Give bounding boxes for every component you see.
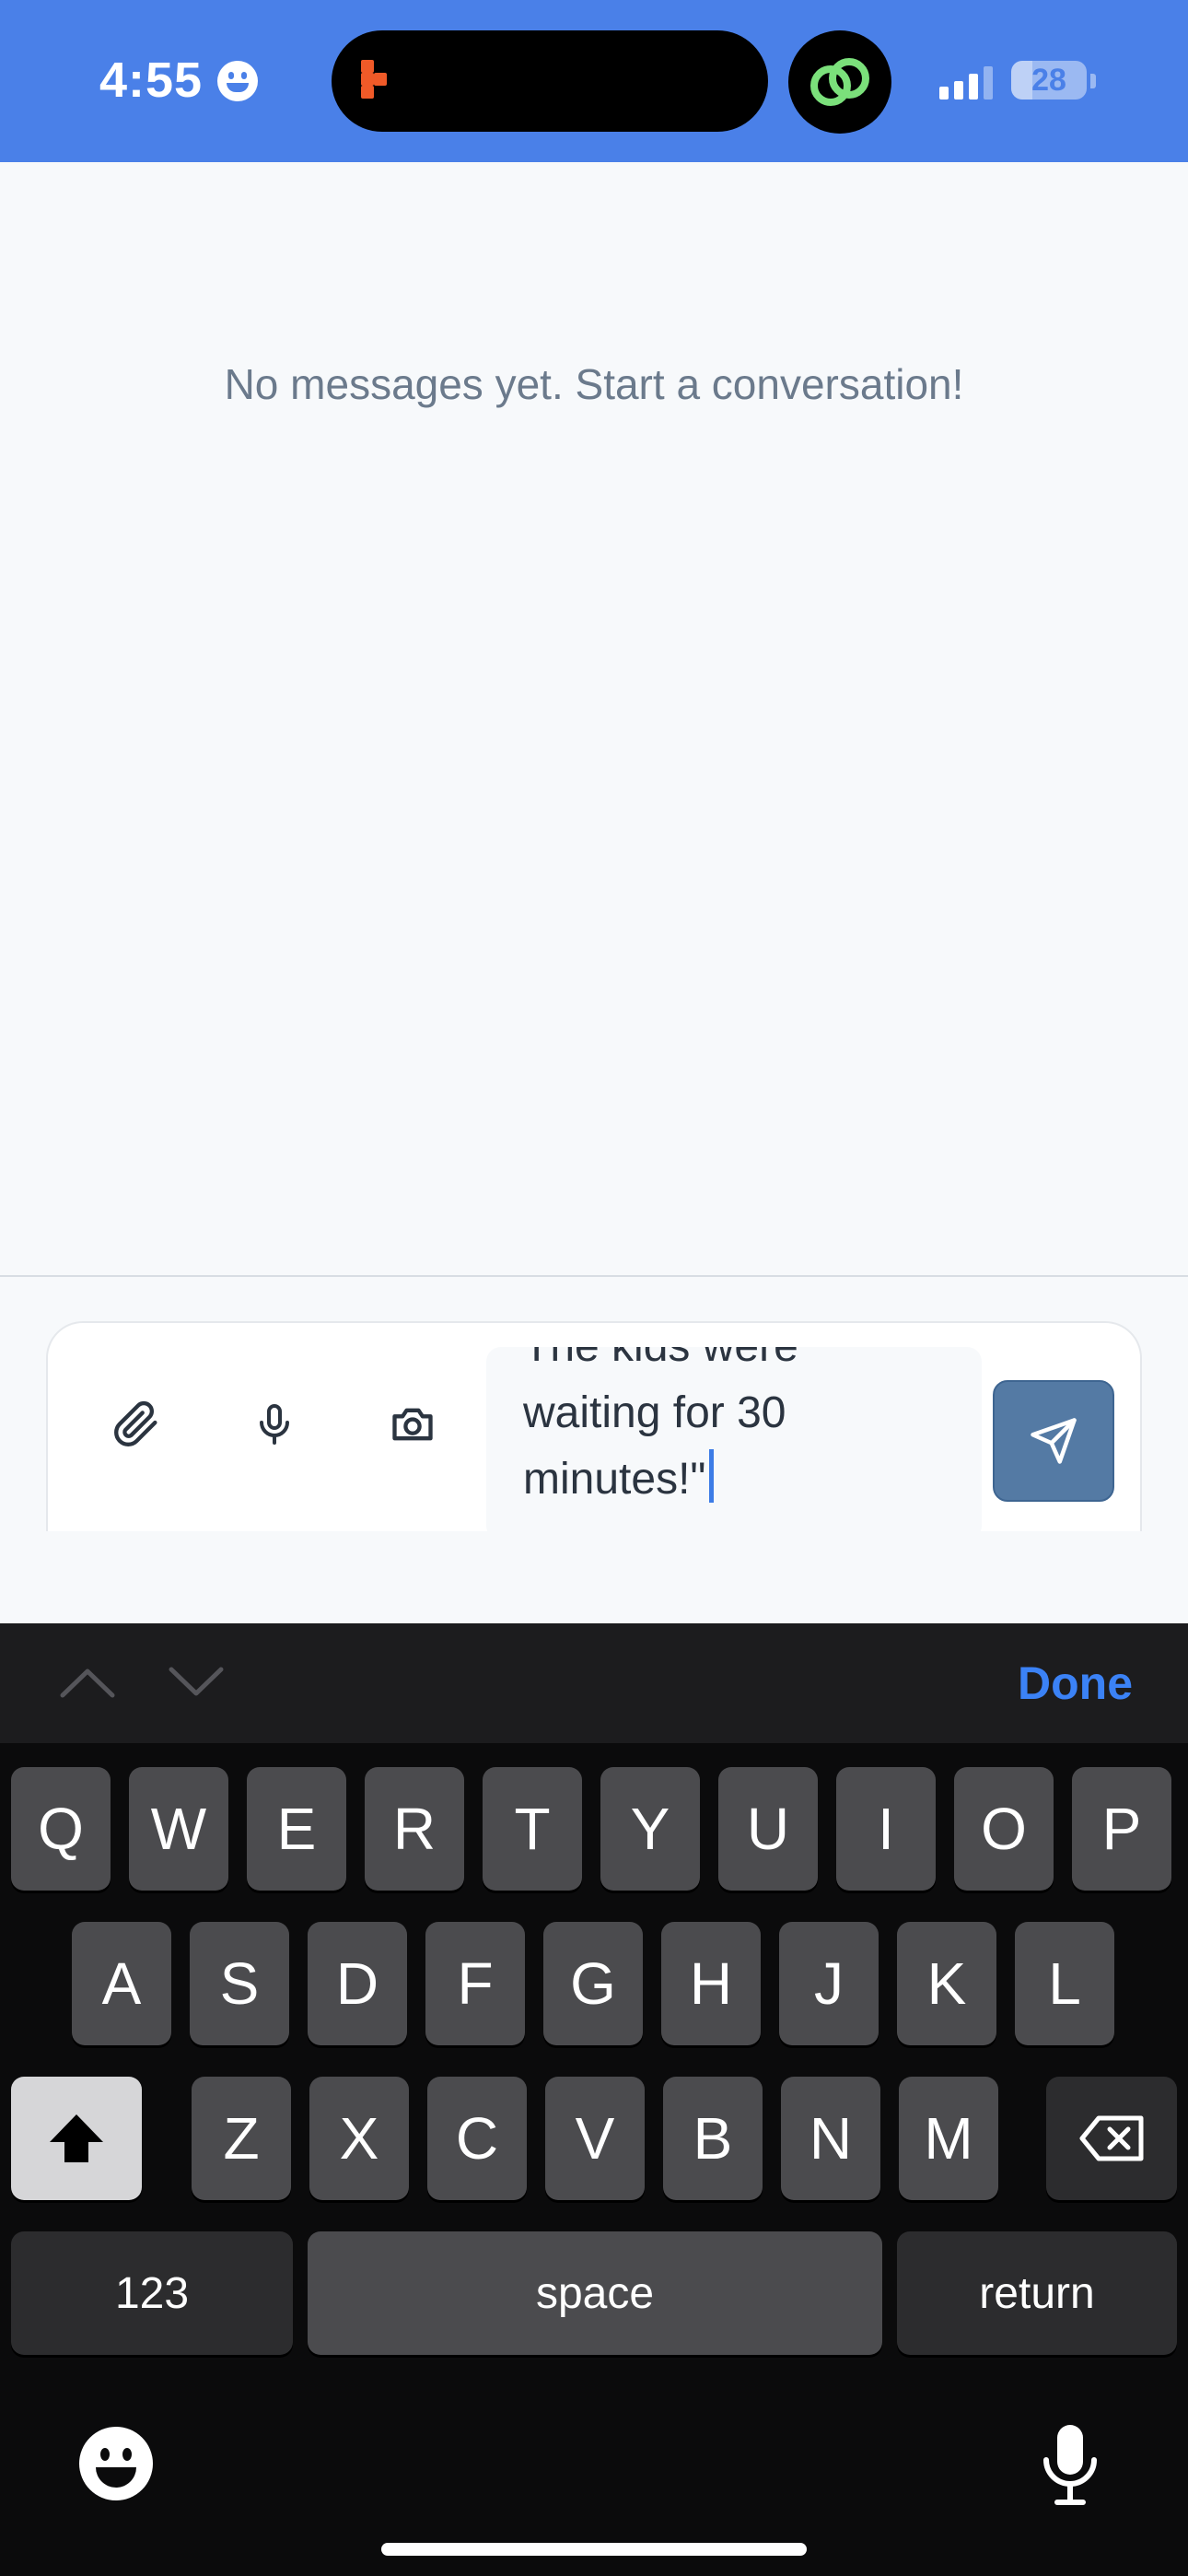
message-line: The kids were bbox=[523, 1347, 947, 1380]
app-activity-icon bbox=[361, 60, 403, 102]
emoji-icon bbox=[79, 2427, 153, 2500]
camera-button[interactable] bbox=[372, 1384, 453, 1465]
key-p[interactable]: P bbox=[1072, 1767, 1171, 1891]
backspace-icon bbox=[1079, 2115, 1144, 2161]
message-input-text: The kids were waiting for 30 minutes!" bbox=[523, 1347, 947, 1513]
microphone-icon bbox=[260, 1404, 289, 1445]
emoji-button[interactable] bbox=[77, 2425, 155, 2507]
microphone-icon bbox=[1043, 2425, 1097, 2505]
dictation-button[interactable] bbox=[1039, 2423, 1101, 2512]
chevron-down-icon[interactable] bbox=[166, 1664, 227, 1701]
key-v[interactable]: V bbox=[545, 2077, 645, 2200]
send-icon bbox=[1031, 1418, 1077, 1464]
key-d[interactable]: D bbox=[308, 1922, 407, 2045]
key-q[interactable]: Q bbox=[11, 1767, 111, 1891]
face-icon bbox=[217, 61, 258, 101]
space-key[interactable]: space bbox=[308, 2231, 882, 2355]
key-c[interactable]: C bbox=[427, 2077, 527, 2200]
delete-key[interactable] bbox=[1046, 2077, 1177, 2200]
key-w[interactable]: W bbox=[129, 1767, 228, 1891]
key-s[interactable]: S bbox=[190, 1922, 289, 2045]
key-z[interactable]: Z bbox=[192, 2077, 291, 2200]
key-x[interactable]: X bbox=[309, 2077, 409, 2200]
keyboard-accessory-bar: Done bbox=[0, 1623, 1188, 1743]
numbers-key[interactable]: 123 bbox=[11, 2231, 293, 2355]
paperclip-icon bbox=[114, 1400, 157, 1446]
message-input[interactable]: The kids were waiting for 30 minutes!" bbox=[486, 1347, 982, 1531]
key-n[interactable]: N bbox=[781, 2077, 880, 2200]
battery-icon: 28 bbox=[1011, 61, 1087, 100]
key-e[interactable]: E bbox=[247, 1767, 346, 1891]
message-line: minutes!" bbox=[523, 1455, 706, 1504]
key-r[interactable]: R bbox=[365, 1767, 464, 1891]
dynamic-island bbox=[332, 30, 768, 132]
key-u[interactable]: U bbox=[718, 1767, 818, 1891]
key-l[interactable]: L bbox=[1015, 1922, 1114, 2045]
link-activity-icon bbox=[788, 30, 891, 134]
key-k[interactable]: K bbox=[897, 1922, 996, 2045]
shift-icon bbox=[50, 2114, 103, 2162]
shift-key[interactable] bbox=[11, 2077, 142, 2200]
key-b[interactable]: B bbox=[663, 2077, 763, 2200]
send-button[interactable] bbox=[993, 1380, 1114, 1502]
battery-tip bbox=[1090, 74, 1096, 88]
key-o[interactable]: O bbox=[954, 1767, 1054, 1891]
message-line: waiting for 30 bbox=[523, 1388, 786, 1437]
return-key[interactable]: return bbox=[897, 2231, 1177, 2355]
key-y[interactable]: Y bbox=[600, 1767, 700, 1891]
voice-record-button[interactable] bbox=[234, 1384, 315, 1465]
empty-state-text: No messages yet. Start a conversation! bbox=[224, 360, 964, 408]
key-t[interactable]: T bbox=[483, 1767, 582, 1891]
key-i[interactable]: I bbox=[836, 1767, 936, 1891]
status-bar: 4:55 28 bbox=[0, 0, 1188, 162]
keyboard: Done QWERTYUIOP ASDFGHJKL ZXCVBNM 123 sp… bbox=[0, 1623, 1188, 2576]
composer: The kids were waiting for 30 minutes!" bbox=[46, 1321, 1142, 1531]
key-g[interactable]: G bbox=[543, 1922, 643, 2045]
text-caret bbox=[709, 1449, 715, 1503]
key-m[interactable]: M bbox=[899, 2077, 998, 2200]
message-line-last: minutes!" bbox=[523, 1446, 947, 1513]
key-j[interactable]: J bbox=[779, 1922, 879, 2045]
key-a[interactable]: A bbox=[72, 1922, 171, 2045]
key-f[interactable]: F bbox=[425, 1922, 525, 2045]
status-time: 4:55 bbox=[99, 53, 204, 108]
done-button[interactable]: Done bbox=[1018, 1657, 1133, 1710]
chevron-up-icon[interactable] bbox=[57, 1664, 118, 1701]
battery-level: 28 bbox=[1031, 63, 1066, 98]
home-indicator bbox=[381, 2543, 807, 2556]
camera-icon bbox=[392, 1408, 433, 1441]
key-h[interactable]: H bbox=[661, 1922, 761, 2045]
attach-button[interactable] bbox=[96, 1384, 177, 1465]
message-list[interactable]: No messages yet. Start a conversation! bbox=[0, 162, 1188, 1275]
